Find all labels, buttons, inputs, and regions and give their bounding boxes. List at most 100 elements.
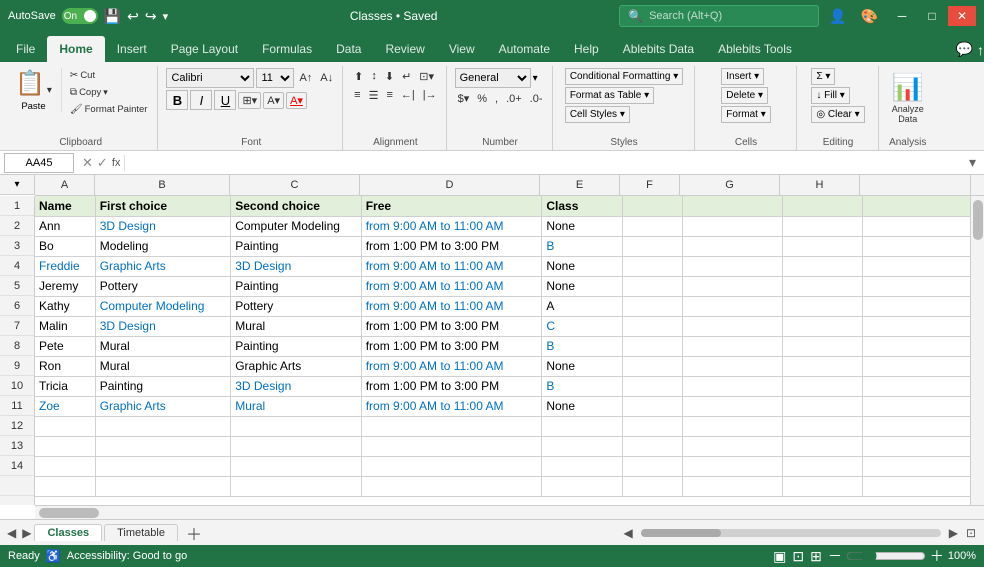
cell-f15[interactable] (622, 476, 682, 496)
cell-f6[interactable] (622, 296, 682, 316)
col-header-c[interactable]: C (230, 175, 360, 195)
tab-view[interactable]: View (437, 36, 487, 62)
cell-a1[interactable]: Name (35, 196, 95, 216)
cell-e12[interactable] (542, 416, 622, 436)
tab-formulas[interactable]: Formulas (250, 36, 324, 62)
cell-e13[interactable] (542, 436, 622, 456)
cell-b15[interactable] (95, 476, 231, 496)
cell-f2[interactable] (622, 216, 682, 236)
cell-a12[interactable] (35, 416, 95, 436)
select-all-icon[interactable]: ▾ (14, 179, 19, 190)
cell-e10[interactable]: B (542, 376, 622, 396)
cell-a14[interactable] (35, 456, 95, 476)
cell-c3[interactable]: Painting (231, 236, 361, 256)
copy-button[interactable]: ⧉ Copy ▾ (66, 85, 112, 100)
cell-c9[interactable]: Graphic Arts (231, 356, 361, 376)
cell-b4[interactable]: Graphic Arts (95, 256, 231, 276)
cell-a4[interactable]: Freddie (35, 256, 95, 276)
col-header-e[interactable]: E (540, 175, 620, 195)
cell-a3[interactable]: Bo (35, 236, 95, 256)
tab-help[interactable]: Help (562, 36, 611, 62)
cell-f11[interactable] (622, 396, 682, 416)
cell-e5[interactable]: None (542, 276, 622, 296)
cell-h12[interactable] (783, 416, 863, 436)
cell-g3[interactable] (682, 236, 782, 256)
vertical-scrollbar[interactable] (970, 196, 984, 505)
row-header-5[interactable]: 5 (0, 276, 34, 296)
col-header-f[interactable]: F (620, 175, 680, 195)
cell-c4[interactable]: 3D Design (231, 256, 361, 276)
insert-function-icon[interactable]: fx (112, 157, 121, 169)
cell-c10[interactable]: 3D Design (231, 376, 361, 396)
cell-a8[interactable]: Pete (35, 336, 95, 356)
confirm-formula-icon[interactable]: ✓ (97, 155, 108, 171)
minimize-button[interactable]: ─ (888, 6, 916, 26)
sheet-tab-classes[interactable]: Classes (34, 524, 102, 541)
search-box[interactable]: 🔍 (619, 5, 819, 27)
borders-button[interactable]: ⊞▾ (238, 92, 261, 109)
scrollbar-thumb-v[interactable] (973, 200, 983, 240)
tab-review[interactable]: Review (373, 36, 436, 62)
undo-icon[interactable]: ↩ (127, 8, 139, 25)
cell-c5[interactable]: Painting (231, 276, 361, 296)
cell-d15[interactable] (361, 476, 542, 496)
cell-c13[interactable] (231, 436, 361, 456)
underline-button[interactable]: U (214, 90, 236, 110)
cell-f13[interactable] (622, 436, 682, 456)
cell-c11[interactable]: Mural (231, 396, 361, 416)
scroll-tabs-right-icon[interactable]: ▶ (19, 526, 34, 540)
cell-h4[interactable] (783, 256, 863, 276)
cell-b6[interactable]: Computer Modeling (95, 296, 231, 316)
cell-g9[interactable] (682, 356, 782, 376)
cell-a7[interactable]: Malin (35, 316, 95, 336)
sheet-tab-timetable[interactable]: Timetable (104, 524, 178, 541)
cell-d11[interactable]: from 9:00 AM to 11:00 AM (361, 396, 542, 416)
cell-c2[interactable]: Computer Modeling (231, 216, 361, 236)
cut-button[interactable]: ✂ Cut (66, 68, 99, 83)
row-header-9[interactable]: 9 (0, 356, 34, 376)
page-break-view-button[interactable]: ⊞ (810, 548, 822, 565)
cell-f3[interactable] (622, 236, 682, 256)
cell-d8[interactable]: from 1:00 PM to 3:00 PM (361, 336, 542, 356)
analyze-data-button[interactable]: 📊 AnalyzeData (887, 68, 929, 128)
cell-extra1[interactable] (863, 196, 984, 216)
ribbon-share-icon[interactable]: ↑ (977, 42, 984, 58)
col-header-g[interactable]: G (680, 175, 780, 195)
autosave-toggle[interactable]: On (62, 8, 98, 24)
cell-e6[interactable]: A (542, 296, 622, 316)
merge-center-button[interactable]: ⊡▾ (416, 68, 437, 85)
cell-g8[interactable] (682, 336, 782, 356)
save-icon[interactable]: 💾 (104, 8, 121, 25)
row-header-10[interactable]: 10 (0, 376, 34, 396)
cell-b5[interactable]: Pottery (95, 276, 231, 296)
col-header-b[interactable]: B (95, 175, 230, 195)
cell-b14[interactable] (95, 456, 231, 476)
cell-a13[interactable] (35, 436, 95, 456)
increase-indent-icon[interactable]: |→ (420, 87, 440, 104)
cell-h1[interactable] (783, 196, 863, 216)
italic-button[interactable]: I (190, 90, 212, 110)
cell-b2[interactable]: 3D Design (95, 216, 231, 236)
cell-g7[interactable] (682, 316, 782, 336)
close-button[interactable]: ✕ (948, 6, 976, 26)
cell-b12[interactable] (95, 416, 231, 436)
tab-automate[interactable]: Automate (487, 36, 562, 62)
scrollbar-thumb-h[interactable] (39, 508, 99, 518)
cell-g2[interactable] (682, 216, 782, 236)
copy-dropdown[interactable]: ▾ (103, 87, 108, 98)
cell-f14[interactable] (622, 456, 682, 476)
cell-h10[interactable] (783, 376, 863, 396)
horizontal-scroll-track[interactable] (641, 529, 941, 537)
cell-a10[interactable]: Tricia (35, 376, 95, 396)
tab-ablebits-data[interactable]: Ablebits Data (611, 36, 706, 62)
search-input[interactable] (649, 10, 789, 22)
col-header-a[interactable]: A (35, 175, 95, 195)
cell-f4[interactable] (622, 256, 682, 276)
decrease-indent-icon[interactable]: ←| (398, 87, 418, 104)
cell-b3[interactable]: Modeling (95, 236, 231, 256)
cell-f5[interactable] (622, 276, 682, 296)
font-color-button[interactable]: A▾ (286, 92, 307, 109)
tab-page-layout[interactable]: Page Layout (159, 36, 250, 62)
align-middle-icon[interactable]: ↕ (368, 68, 380, 85)
cell-d5[interactable]: from 9:00 AM to 11:00 AM (361, 276, 542, 296)
